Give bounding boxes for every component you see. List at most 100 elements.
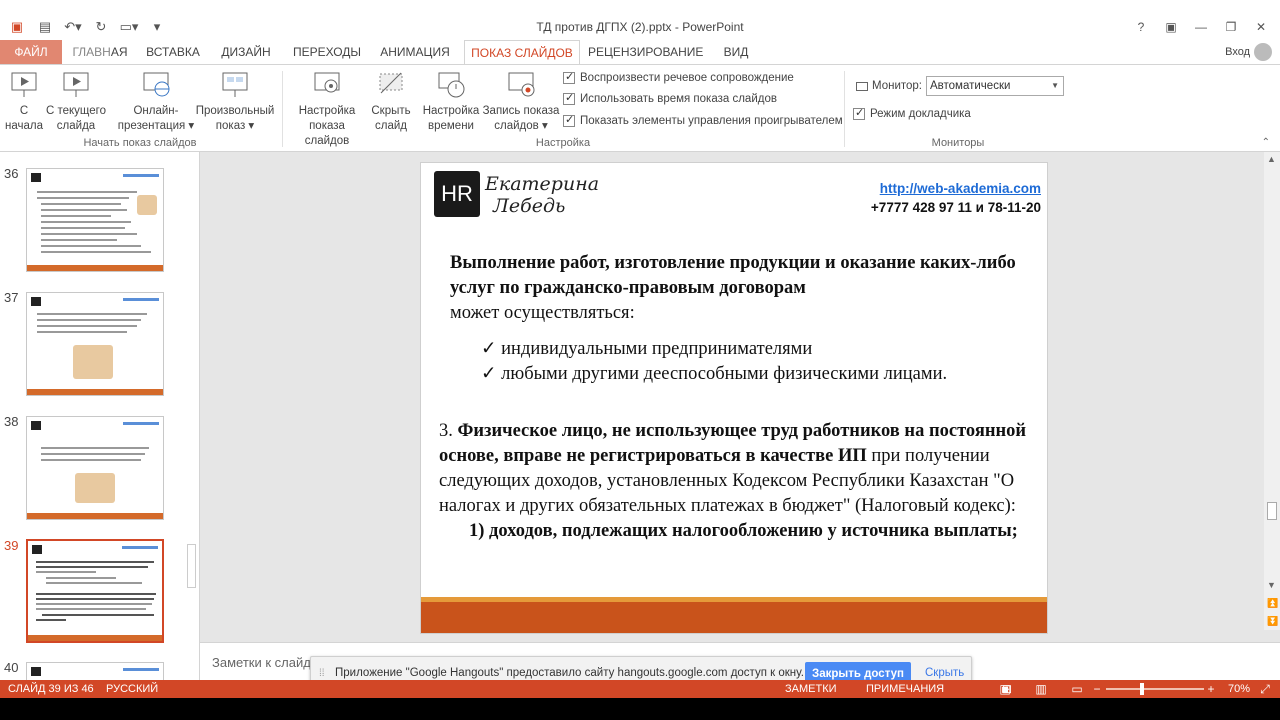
monitor-select[interactable]: Автоматически ▼ [926, 76, 1064, 96]
infobar-message: Приложение "Google Hangouts" предоставил… [335, 667, 804, 679]
checkbox-checked[interactable] [853, 106, 865, 120]
thumbnail-text-line [36, 619, 66, 621]
minimize-icon[interactable]: — [1188, 18, 1214, 36]
hide-slide-label-2: слайд [375, 120, 407, 132]
group-label-start: Начать показ слайдов [83, 137, 197, 149]
thumbnail-text-line [36, 603, 152, 605]
thumbnail-footer-bar [27, 265, 163, 271]
paragraph-1-bold: Выполнение работ, изготовление продукции… [450, 253, 1016, 298]
ribbon-options-icon[interactable]: ▣ [1158, 18, 1184, 36]
custom-show-button[interactable]: Произвольный показ ▾ [192, 69, 278, 134]
screen-border [0, 698, 1280, 720]
from-beginning-button[interactable]: С начала [4, 69, 44, 134]
slide-thumbnail[interactable] [26, 662, 164, 680]
comments-toggle[interactable]: ПРИМЕЧАНИЯ [866, 680, 944, 698]
slide-thumbnail-pane[interactable]: 36 37 38 39 40 [0, 152, 200, 680]
bullet-item: любыми другими дееспособными физическими… [481, 362, 1039, 387]
next-slide-icon[interactable]: ⏬ [1267, 616, 1278, 627]
rehearse-timings-button[interactable]: Настройка времени [418, 69, 484, 134]
use-timings-checkbox[interactable]: Использовать время показа слайдов [563, 91, 777, 105]
help-button[interactable]: ? [1128, 18, 1154, 36]
slide-canvas[interactable]: HR Екатерина Лебедь http://web-akademia.… [420, 162, 1048, 634]
thumbnail-text-line [41, 203, 121, 205]
record-slideshow-label-2: слайдов ▾ [494, 120, 548, 132]
notes-toggle[interactable]: ЗАМЕТКИ [785, 680, 837, 698]
record-icon [505, 69, 537, 101]
thumbnail-scrollbar[interactable] [184, 152, 198, 680]
thumbnail-text-line [41, 233, 137, 235]
slide-thumbnail[interactable] [26, 292, 164, 396]
tab-view[interactable]: ВИД [716, 40, 756, 64]
scroll-up-icon[interactable]: ▲ [1267, 154, 1276, 164]
thumbnail-text-line [37, 325, 137, 327]
ribbon: С начала С текущего слайда Онлайн- презе… [0, 64, 1280, 152]
zoom-level[interactable]: 70% [1228, 680, 1250, 698]
thumbnail-text-line [36, 561, 154, 563]
hide-slide-label-1: Скрыть [371, 105, 411, 117]
scrollbar-thumb[interactable] [187, 544, 196, 588]
slide-thumbnail[interactable] [26, 416, 164, 520]
window-title: ТД против ДГПХ (2).pptx - PowerPoint [536, 20, 744, 34]
checkbox-checked[interactable] [563, 113, 575, 127]
thumbnail-number: 39 [4, 538, 19, 553]
record-slideshow-button[interactable]: Запись показа слайдов ▾ [480, 69, 562, 134]
presenter-view-checkbox[interactable]: Режим докладчика [853, 106, 971, 120]
slide-sorter-icon[interactable]: ⊞ [1000, 682, 1014, 696]
collapse-ribbon-icon[interactable]: ⌃ [1262, 137, 1270, 148]
thumbnail-link-line [123, 298, 159, 301]
checkbox-checked[interactable] [563, 91, 575, 105]
tab-review[interactable]: РЕЦЕНЗИРОВАНИЕ [588, 40, 703, 64]
tab-insert[interactable]: ВСТАВКА [140, 40, 206, 64]
slideshow-view-icon[interactable]: ▭ [1070, 682, 1084, 696]
notes-placeholder[interactable]: Заметки к слайду [212, 655, 317, 670]
tab-animations[interactable]: АНИМАЦИЯ [374, 40, 456, 64]
chevron-down-icon: ▼ [1051, 81, 1059, 90]
language-indicator[interactable]: РУССКИЙ [106, 680, 158, 698]
present-online-label-2: презентация ▾ [117, 120, 195, 132]
zoom-in-icon[interactable]: + [1204, 682, 1218, 696]
zoom-out-icon[interactable]: − [1090, 682, 1104, 696]
restore-icon[interactable]: ❐ [1218, 18, 1244, 36]
from-current-button[interactable]: С текущего слайда [44, 69, 108, 134]
title-bar: ▣ ▤ ↶▾ ↻ ▭▾ ▾ ТД против ДГПХ (2).pptx - … [0, 0, 1280, 40]
sign-in-link[interactable]: Вход [1225, 40, 1250, 64]
paragraph-4: 1) доходов, подлежащих налогообложению у… [439, 519, 1039, 544]
avatar[interactable] [1254, 43, 1272, 61]
thumbnail-text-line [41, 245, 141, 247]
thumbnail-text-line [36, 593, 156, 595]
slide-thumbnail-selected[interactable] [26, 539, 164, 643]
thumbnail-link-line [123, 668, 159, 671]
thumbnail-text-line [41, 251, 151, 253]
tab-design[interactable]: ДИЗАЙН [214, 40, 278, 64]
hide-infobar-link[interactable]: Скрыть [925, 667, 964, 679]
reading-view-icon[interactable]: ▥ [1034, 682, 1048, 696]
hide-slide-button[interactable]: Скрыть слайд [368, 69, 414, 134]
setup-show-label-1: Настройка [298, 105, 356, 117]
website-link[interactable]: http://web-akademia.com [880, 181, 1041, 196]
scroll-down-icon[interactable]: ▼ [1267, 580, 1276, 590]
thumbnail-text-line [41, 215, 111, 217]
setup-show-button[interactable]: Настройка показа слайдов [286, 69, 368, 149]
slide-thumbnail[interactable] [26, 168, 164, 272]
show-media-controls-checkbox[interactable]: Показать элементы управления проигрывате… [563, 113, 843, 127]
checkbox-checked[interactable] [563, 70, 575, 84]
tab-slideshow[interactable]: ПОКАЗ СЛАЙДОВ [464, 40, 580, 65]
zoom-slider-knob[interactable] [1140, 683, 1144, 695]
hide-slide-icon [375, 69, 407, 101]
zoom-slider[interactable] [1106, 688, 1204, 690]
thumbnail-image [75, 473, 115, 503]
fit-to-window-icon[interactable]: ⤢ [1258, 682, 1272, 696]
rehearse-timings-label-1: Настройка [422, 105, 480, 117]
thumbnail-text-line [37, 191, 137, 193]
thumbnail-text-line [36, 566, 148, 568]
slide-scrollbar[interactable]: ▲ ▼ ⏫ ⏬ [1264, 152, 1280, 630]
close-icon[interactable]: ✕ [1248, 18, 1274, 36]
present-online-button[interactable]: Онлайн- презентация ▾ [114, 69, 198, 134]
tab-transitions[interactable]: ПЕРЕХОДЫ [288, 40, 366, 64]
play-narrations-checkbox[interactable]: Воспроизвести речевое сопровождение [563, 70, 794, 84]
grip-icon[interactable]: ⁞⁞ [319, 668, 325, 679]
scrollbar-thumb[interactable] [1267, 502, 1277, 520]
paragraph-4-bold: 1) доходов, подлежащих налогообложению у… [469, 521, 1018, 541]
previous-slide-icon[interactable]: ⏫ [1267, 598, 1278, 609]
present-online-label-1: Онлайн- [133, 105, 179, 117]
